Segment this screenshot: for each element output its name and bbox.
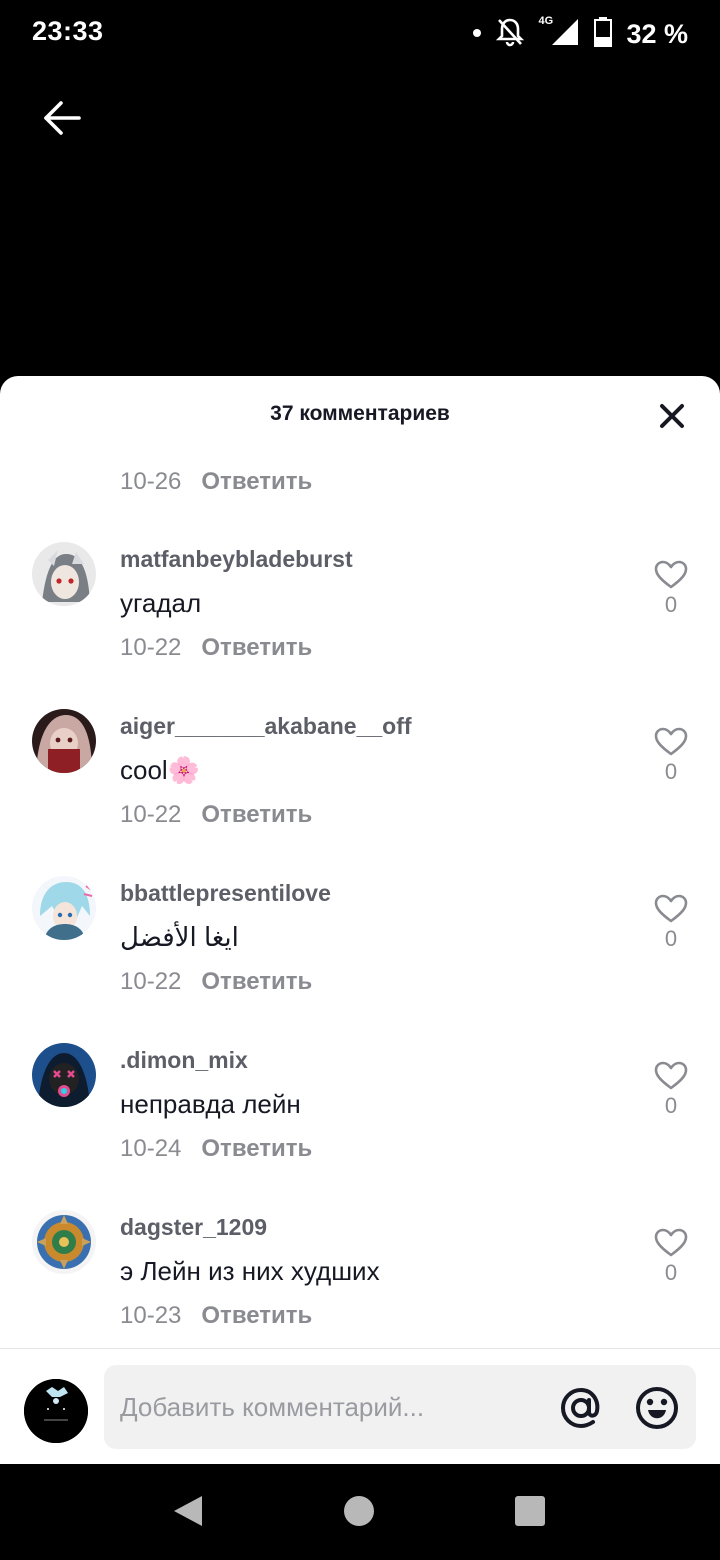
comments-count-title: 37 комментариев bbox=[270, 402, 450, 425]
comment-item: .dimon_mix неправда лейн 10-24 Ответить … bbox=[0, 1043, 720, 1203]
like-count: 0 bbox=[664, 926, 678, 951]
partial-comment-meta: 10-26 Ответить bbox=[120, 468, 312, 496]
comment-meta: 10-22 Ответить bbox=[120, 634, 312, 662]
bell-off-icon bbox=[496, 17, 525, 52]
comment-text: э Лейн из них худших bbox=[120, 1256, 380, 1286]
emoji-face-icon bbox=[636, 1387, 678, 1429]
battery-percent: 32 % bbox=[626, 18, 688, 49]
comment-text: угадал bbox=[120, 588, 202, 618]
like-button[interactable]: 0 bbox=[654, 1228, 688, 1286]
comment-item: aiger_______akabane__off cool🌸 10-22 Отв… bbox=[0, 709, 720, 869]
reply-button[interactable]: Ответить bbox=[201, 1135, 312, 1163]
comment-username[interactable]: dagster_1209 bbox=[120, 1214, 267, 1241]
avatar[interactable] bbox=[32, 1043, 96, 1107]
my-avatar[interactable] bbox=[24, 1379, 88, 1443]
like-button[interactable]: 0 bbox=[654, 1061, 688, 1119]
reply-button[interactable]: Ответить bbox=[201, 968, 312, 996]
comment-list[interactable]: 10-26 Ответить matfanbeybladeburst угада… bbox=[0, 438, 720, 1348]
comment-date: 10-23 bbox=[120, 1302, 182, 1329]
emoji-button[interactable] bbox=[634, 1385, 680, 1431]
at-sign-icon bbox=[560, 1387, 600, 1429]
comment-text: неправда лейн bbox=[120, 1089, 301, 1119]
status-icons: 4G 32 % bbox=[472, 14, 688, 54]
notification-dot-icon bbox=[472, 25, 482, 43]
heart-icon bbox=[654, 1228, 688, 1257]
battery-icon bbox=[594, 16, 613, 52]
like-button[interactable]: 0 bbox=[654, 560, 688, 618]
back-button[interactable] bbox=[36, 92, 88, 144]
like-count: 0 bbox=[664, 592, 678, 617]
heart-icon bbox=[654, 560, 688, 589]
network-type-label: 4G bbox=[538, 14, 554, 27]
comment-input[interactable] bbox=[120, 1365, 540, 1449]
comment-date: 10-26 bbox=[120, 468, 182, 495]
like-count: 0 bbox=[664, 1093, 678, 1118]
reply-button[interactable]: Ответить bbox=[201, 468, 312, 496]
comment-username[interactable]: aiger_______akabane__off bbox=[120, 713, 412, 740]
status-time: 23:33 bbox=[32, 16, 104, 46]
nav-recents-button[interactable] bbox=[515, 1496, 545, 1526]
like-count: 0 bbox=[664, 759, 678, 784]
arrow-left-icon bbox=[44, 101, 81, 135]
avatar[interactable] bbox=[32, 876, 96, 940]
comment-item: bbattlepresentilove ايغا الأفضل 10-22 От… bbox=[0, 876, 720, 1036]
comment-meta: 10-22 Ответить bbox=[120, 968, 312, 996]
comment-date: 10-24 bbox=[120, 1135, 182, 1162]
avatar[interactable] bbox=[32, 1210, 96, 1274]
comment-field bbox=[104, 1365, 696, 1449]
heart-icon bbox=[654, 1061, 688, 1090]
reply-button[interactable]: Ответить bbox=[201, 801, 312, 829]
triangle-back-icon bbox=[174, 1496, 202, 1526]
avatar[interactable] bbox=[32, 709, 96, 773]
nav-home-button[interactable] bbox=[344, 1496, 374, 1526]
mention-button[interactable] bbox=[558, 1385, 604, 1431]
heart-icon bbox=[654, 894, 688, 923]
like-button[interactable]: 0 bbox=[654, 727, 688, 785]
heart-icon bbox=[654, 727, 688, 756]
signal-icon: 4G bbox=[538, 14, 580, 52]
comment-date: 10-22 bbox=[120, 968, 182, 995]
comment-date: 10-22 bbox=[120, 634, 182, 661]
comment-composer bbox=[0, 1348, 720, 1464]
comment-meta: 10-24 Ответить bbox=[120, 1135, 312, 1163]
nav-back-button[interactable] bbox=[172, 1494, 204, 1533]
comment-meta: 10-23 Ответить bbox=[120, 1302, 312, 1330]
status-bar: 23:33 4G 32 % bbox=[0, 0, 720, 70]
like-button[interactable]: 0 bbox=[654, 894, 688, 952]
reply-button[interactable]: Ответить bbox=[201, 1302, 312, 1330]
close-icon bbox=[660, 404, 684, 428]
comment-meta: 10-22 Ответить bbox=[120, 801, 312, 829]
comment-item: matfanbeybladeburst угадал 10-22 Ответит… bbox=[0, 542, 720, 702]
reply-button[interactable]: Ответить bbox=[201, 634, 312, 662]
system-nav-bar bbox=[0, 1464, 720, 1560]
close-button[interactable] bbox=[658, 402, 686, 430]
comment-text: cool🌸 bbox=[120, 755, 201, 785]
comments-sheet: 37 комментариев 10-26 Ответить matfanbey… bbox=[0, 376, 720, 1464]
comment-item: dagster_1209 э Лейн из них худших 10-23 … bbox=[0, 1210, 720, 1348]
comment-username[interactable]: bbattlepresentilove bbox=[120, 880, 331, 907]
comment-username[interactable]: .dimon_mix bbox=[120, 1047, 248, 1074]
comment-date: 10-22 bbox=[120, 801, 182, 828]
comment-username[interactable]: matfanbeybladeburst bbox=[120, 546, 353, 573]
avatar[interactable] bbox=[32, 542, 96, 606]
comment-text: ايغا الأفضل bbox=[120, 922, 239, 952]
like-count: 0 bbox=[664, 1260, 678, 1285]
